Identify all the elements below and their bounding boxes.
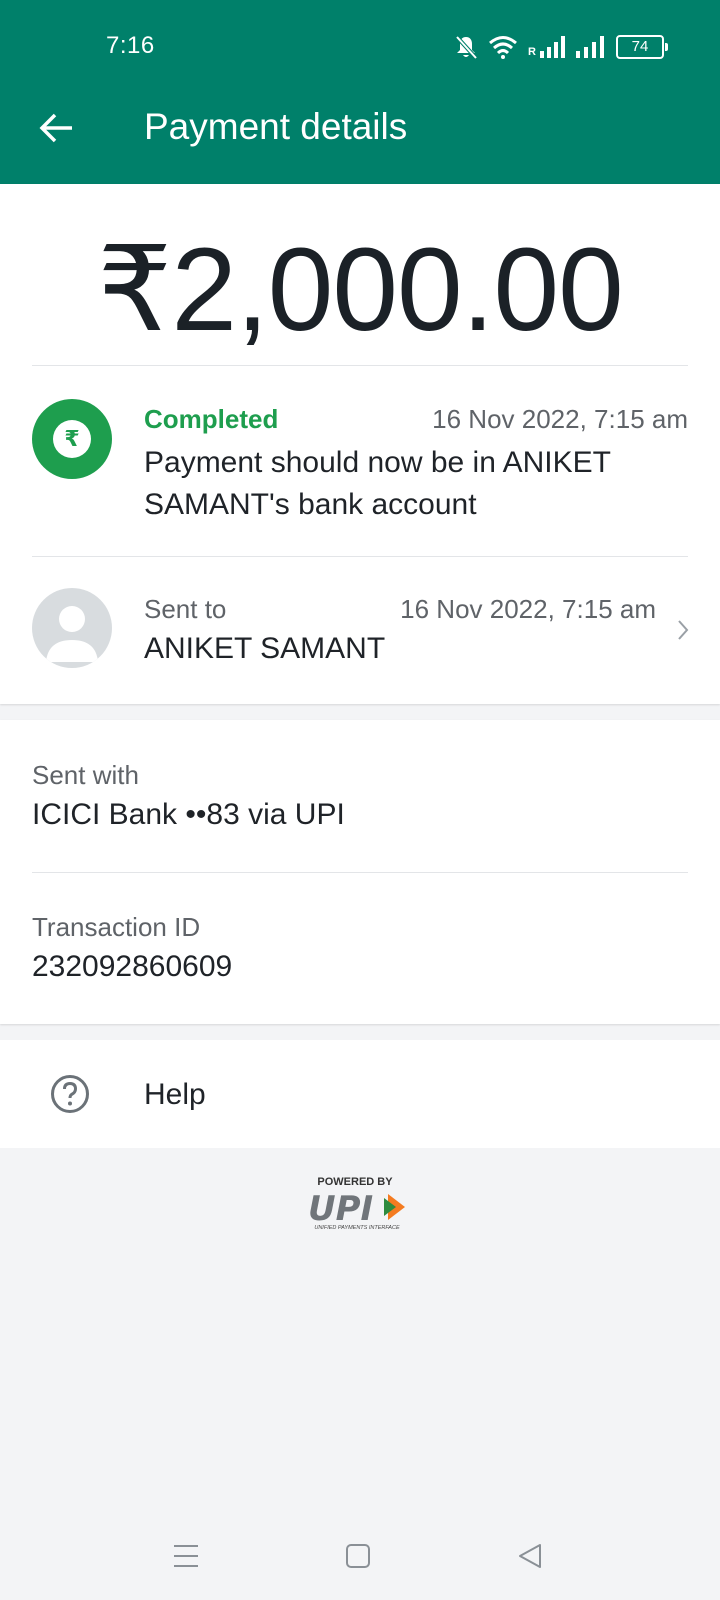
help-row[interactable]: Help xyxy=(0,1040,720,1148)
menu-icon xyxy=(174,1545,198,1567)
status-bar-icons: R 74 xyxy=(454,32,668,62)
status-message: Payment should now be in ANIKET SAMANT's… xyxy=(144,446,611,521)
sent-to-timestamp: 16 Nov 2022, 7:15 am xyxy=(400,594,656,624)
help-label: Help xyxy=(144,1078,206,1111)
upi-mark-text: UPI xyxy=(308,1191,373,1223)
upi-logo: POWERED BY UPI UNIFIED PAYMENTS INTERFAC… xyxy=(305,1176,415,1236)
triangle-back-icon xyxy=(519,1544,541,1568)
transaction-details-card: Sent with ICICI Bank ••83 via UPI Transa… xyxy=(0,720,720,1024)
upi-subtitle: UNIFIED PAYMENTS INTERFACE xyxy=(314,1225,400,1231)
nav-menu-button[interactable] xyxy=(164,1534,208,1578)
signal-icon: R xyxy=(528,36,566,58)
home-square-icon xyxy=(346,1544,370,1568)
powered-by-label: POWERED BY xyxy=(317,1176,393,1188)
transaction-id-value: 232092860609 xyxy=(32,950,233,983)
chevron-right-icon xyxy=(676,618,690,647)
payment-summary-card: ₹2,000.00 ₹ Completed 16 Nov 2022, 7:15 … xyxy=(0,184,720,704)
person-icon xyxy=(46,606,98,662)
divider xyxy=(32,365,688,366)
system-nav-bar xyxy=(0,1520,720,1592)
status-badge: ₹ xyxy=(32,399,112,479)
nav-home-button[interactable] xyxy=(336,1534,380,1578)
sent-with-label: Sent with xyxy=(32,760,139,790)
wifi-icon xyxy=(488,35,518,59)
upi-mark-icon: UPI xyxy=(308,1191,405,1223)
avatar xyxy=(32,588,112,668)
arrow-left-icon xyxy=(39,113,72,143)
rupee-icon: ₹ xyxy=(53,420,91,458)
recipient-name: ANIKET SAMANT xyxy=(144,632,386,665)
battery-indicator: 74 xyxy=(616,35,668,59)
transaction-id-label: Transaction ID xyxy=(32,912,201,942)
nav-back-button[interactable] xyxy=(508,1534,552,1578)
status-label: Completed xyxy=(144,404,279,434)
divider xyxy=(32,556,688,557)
back-button[interactable] xyxy=(30,102,82,154)
bell-muted-icon xyxy=(454,34,478,60)
signal-icon-2 xyxy=(576,36,606,58)
divider xyxy=(32,872,688,873)
roaming-label: R xyxy=(528,46,536,58)
payment-amount: ₹2,000.00 xyxy=(97,224,623,356)
help-icon xyxy=(50,1074,90,1119)
page-title: Payment details xyxy=(144,106,408,147)
app-header: 7:16 R 74 Payment details xyxy=(0,0,720,184)
sent-with-value: ICICI Bank ••83 via UPI xyxy=(32,798,345,831)
sent-to-label: Sent to xyxy=(144,594,227,624)
status-bar-time: 7:16 xyxy=(106,32,155,59)
status-timestamp: 16 Nov 2022, 7:15 am xyxy=(432,404,688,434)
